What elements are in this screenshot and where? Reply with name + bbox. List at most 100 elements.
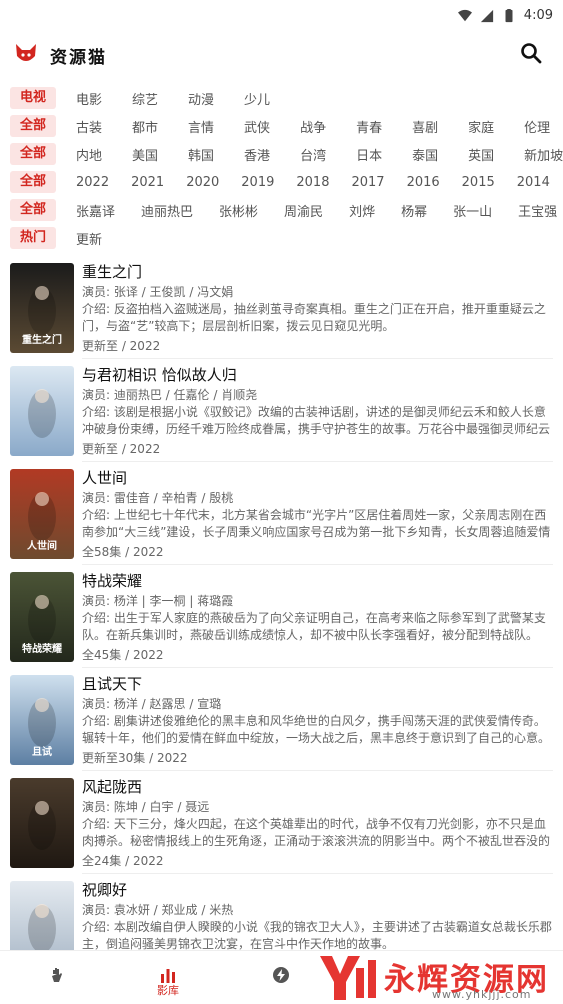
- filter-option[interactable]: 更新: [76, 229, 102, 248]
- filter-head[interactable]: 热门: [10, 227, 56, 249]
- filter-option[interactable]: 少儿: [244, 89, 270, 108]
- app-title: 资源猫: [50, 48, 107, 68]
- movie-list: 重生之门 重生之门 演员: 张译 / 王俊凯 / 冯文娟 介绍: 反盗拍档入盗贼迷局，…: [0, 256, 563, 950]
- filter-option[interactable]: 古装: [76, 117, 102, 136]
- filter-option[interactable]: 香港: [244, 145, 270, 164]
- filter-option[interactable]: 喜剧: [412, 117, 438, 136]
- movie-title[interactable]: 特战荣耀: [82, 570, 142, 591]
- filter-option[interactable]: 家庭: [468, 117, 494, 136]
- filter-option[interactable]: 伦理: [524, 117, 550, 136]
- movie-cast: 演员: 袁冰妍 / 郑业成 / 米热: [82, 903, 234, 917]
- filter-option[interactable]: 日本: [356, 145, 382, 164]
- filter-head[interactable]: 电视: [10, 87, 56, 109]
- filter-option[interactable]: 周渝民: [284, 201, 323, 220]
- movie-status: 全58集 / 2022: [82, 545, 164, 559]
- movie-card[interactable]: 重生之门 重生之门 演员: 张译 / 王俊凯 / 冯文娟 介绍: 反盗拍档入盗贼迷局，…: [0, 256, 563, 359]
- movie-status: 更新至 / 2022: [82, 442, 161, 456]
- filter-option[interactable]: 新加坡: [524, 145, 563, 164]
- movie-cast: 演员: 迪丽热巴 / 任嘉伦 / 肖顺尧: [82, 388, 258, 402]
- movie-cast: 演员: 陈坤 / 白宇 / 聂远: [82, 800, 210, 814]
- filter-head[interactable]: 全部: [10, 115, 56, 137]
- movie-card[interactable]: 特战荣耀 特战荣耀 演员: 杨洋 | 李一桐 | 蒋璐霞 介绍: 出生于军人家庭的燕破…: [0, 565, 563, 668]
- filter-option[interactable]: 2014: [517, 175, 550, 190]
- nav-item-hand[interactable]: [18, 951, 98, 1004]
- status-bar: 4:09: [0, 0, 563, 32]
- filter-head[interactable]: 全部: [10, 171, 56, 193]
- filter-head[interactable]: 全部: [10, 143, 56, 165]
- filter-option[interactable]: 美国: [132, 145, 158, 164]
- filter-option[interactable]: 2021: [131, 175, 164, 190]
- movie-cast: 演员: 杨洋 / 赵露思 / 宣璐: [82, 697, 222, 711]
- movie-card[interactable]: 且试 且试天下 演员: 杨洋 / 赵露思 / 宣璐 介绍: 剧集讲述俊雅绝伦的黑丰息和…: [0, 668, 563, 771]
- filter-option[interactable]: 杨幂: [401, 201, 427, 220]
- filter-option[interactable]: 迪丽热巴: [141, 201, 193, 220]
- movie-cast: 演员: 杨洋 | 李一桐 | 蒋璐霞: [82, 594, 234, 608]
- movie-title[interactable]: 人世间: [82, 467, 127, 488]
- movie-intro: 介绍: 天下三分，烽火四起，在这个英雄辈出的时代，战争不仅有刀光剑影，亦不只是血…: [82, 817, 551, 848]
- movie-cast: 演员: 雷佳音 / 辛柏青 / 殷桃: [82, 491, 234, 505]
- movie-poster[interactable]: 且试: [10, 675, 74, 765]
- movie-poster[interactable]: 特战荣耀: [10, 572, 74, 662]
- movie-cast: 演员: 张译 / 王俊凯 / 冯文娟: [82, 285, 234, 299]
- movie-intro: 介绍: 出生于军人家庭的燕破岳为了向父亲证明自己，在高考来临之际参军到了武警某支…: [82, 611, 546, 642]
- status-time: 4:09: [523, 8, 553, 23]
- lightning-icon: [273, 967, 289, 983]
- movie-card[interactable]: 风起陇西演员: 陈坤 / 白宇 / 聂远介绍: 天下三分，烽火四起，在这个英雄辈…: [0, 771, 563, 874]
- filter-option[interactable]: 英国: [468, 145, 494, 164]
- movie-title[interactable]: 祝卿好: [82, 879, 127, 900]
- filter-row-sort: 热门 更新: [10, 224, 563, 252]
- filter-option[interactable]: 韩国: [188, 145, 214, 164]
- filter-option[interactable]: 2022: [76, 175, 109, 190]
- movie-card[interactable]: 人世间 人世间 演员: 雷佳音 / 辛柏青 / 殷桃 介绍: 上世纪七十年代末，北方某…: [0, 462, 563, 565]
- watermark: 永辉资源网 www.yhkjjj.com: [312, 950, 562, 1004]
- filter-option[interactable]: 2015: [462, 175, 495, 190]
- filter-option[interactable]: 电影: [76, 89, 102, 108]
- filter-option[interactable]: 2019: [241, 175, 274, 190]
- movie-status: 全45集 / 2022: [82, 648, 164, 662]
- filter-option[interactable]: 战争: [300, 117, 326, 136]
- filter-option[interactable]: 动漫: [188, 89, 214, 108]
- poster-title-text: 且试: [32, 745, 52, 758]
- filter-option[interactable]: 内地: [76, 145, 102, 164]
- battery-icon: [505, 8, 513, 22]
- movie-poster[interactable]: 人世间: [10, 469, 74, 559]
- filter-option[interactable]: 言情: [188, 117, 214, 136]
- movie-title[interactable]: 与君初相识 恰似故人归: [82, 364, 237, 385]
- filter-row-year: 全部 2022 2021 2020 2019 2018 2017 2016 20…: [10, 168, 563, 196]
- filter-option[interactable]: 王宝强: [518, 201, 557, 220]
- filter-option[interactable]: 泰国: [412, 145, 438, 164]
- filter-option[interactable]: 综艺: [132, 89, 158, 108]
- filter-option[interactable]: 张彬彬: [219, 201, 258, 220]
- movie-poster[interactable]: [10, 366, 74, 456]
- movie-title[interactable]: 风起陇西: [82, 776, 142, 797]
- filter-option[interactable]: 2018: [296, 175, 329, 190]
- movie-card[interactable]: 与君初相识 恰似故人归 演员: 迪丽热巴 / 任嘉伦 / 肖顺尧 介绍: 该剧是根据…: [0, 359, 563, 462]
- filter-option[interactable]: 2020: [186, 175, 219, 190]
- search-icon[interactable]: [519, 41, 543, 65]
- filter-option[interactable]: 2016: [407, 175, 440, 190]
- filter-option[interactable]: 台湾: [300, 145, 326, 164]
- nav-item-lightning[interactable]: [241, 951, 321, 1004]
- filter-option[interactable]: 都市: [132, 117, 158, 136]
- poster-title-text: 重生之门: [22, 333, 62, 346]
- filter-row-region: 全部 内地 美国 韩国 香港 台湾 日本 泰国 英国 新加坡: [10, 140, 563, 168]
- movie-title[interactable]: 重生之门: [82, 261, 142, 282]
- nav-item-library[interactable]: 影库: [128, 951, 208, 1004]
- filter-option[interactable]: 张一山: [453, 201, 492, 220]
- poster-title-text: 特战荣耀: [22, 642, 62, 655]
- movie-poster[interactable]: [10, 778, 74, 868]
- signal-icon: [480, 9, 493, 22]
- movie-poster[interactable]: [10, 881, 74, 950]
- filter-option[interactable]: 青春: [356, 117, 382, 136]
- watermark-logo-icon: [320, 956, 376, 1000]
- movie-card[interactable]: 祝卿好 演员: 袁冰妍 / 郑业成 / 米热 介绍: 本剧改编自伊人睽睽的小说《我的…: [0, 874, 563, 950]
- nav-label-library: 影库: [157, 984, 179, 997]
- filter-option[interactable]: 武侠: [244, 117, 270, 136]
- movie-title[interactable]: 且试天下: [82, 673, 142, 694]
- filter-option[interactable]: 2017: [351, 175, 384, 190]
- filter-option[interactable]: 张嘉译: [76, 201, 115, 220]
- movie-poster[interactable]: 重生之门: [10, 263, 74, 353]
- filter-head[interactable]: 全部: [10, 199, 56, 221]
- filter-option[interactable]: 刘烨: [349, 201, 375, 220]
- watermark-url: www.yhkjjj.com: [432, 988, 532, 1001]
